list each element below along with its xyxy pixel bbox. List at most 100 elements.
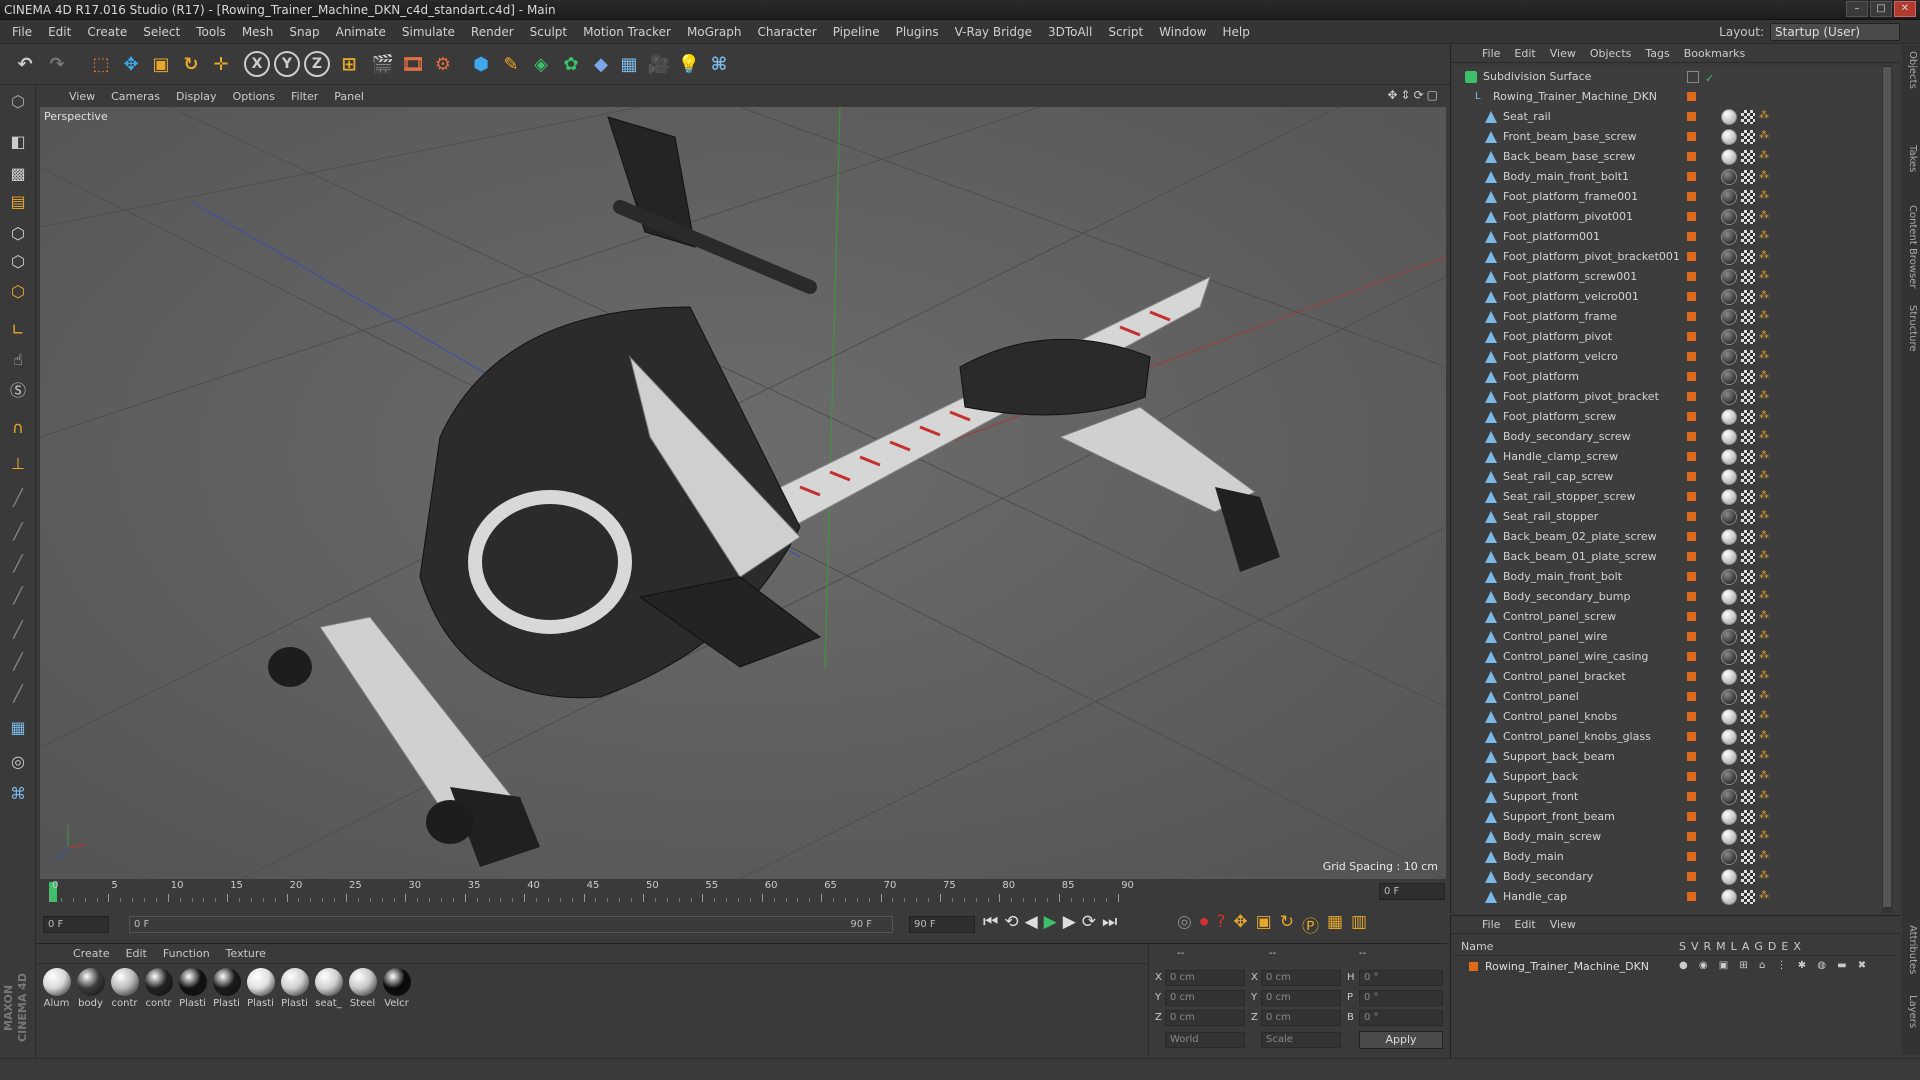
- uvw-tag-icon[interactable]: [1741, 330, 1755, 344]
- uvw-tag-icon[interactable]: [1741, 390, 1755, 404]
- size-z-field[interactable]: 0 cm: [1261, 1010, 1341, 1026]
- size-mode-dropdown[interactable]: Scale: [1261, 1032, 1341, 1048]
- phong-tag-icon[interactable]: ⁂: [1759, 589, 1769, 603]
- play-icon[interactable]: ▶: [1044, 912, 1057, 932]
- tree-row-object[interactable]: Foot_platform_pivot_bracket ⁂: [1455, 387, 1883, 407]
- pla-key-icon[interactable]: ▦: [1327, 912, 1343, 937]
- material-menu-edit[interactable]: Edit: [118, 947, 155, 960]
- tree-row-object[interactable]: Foot_platform_pivot ⁂: [1455, 327, 1883, 347]
- phong-tag-icon[interactable]: ⁂: [1759, 409, 1769, 423]
- next-keyframe-icon[interactable]: ⟳: [1082, 912, 1096, 932]
- phong-tag-icon[interactable]: ⁂: [1759, 749, 1769, 763]
- object-scrollbar[interactable]: [1882, 65, 1892, 913]
- material-swatch[interactable]: seat_: [313, 968, 344, 1009]
- move-icon[interactable]: ✥: [116, 49, 146, 79]
- uvw-tag-icon[interactable]: [1741, 110, 1755, 124]
- position-z-field[interactable]: 0 cm: [1165, 1010, 1245, 1026]
- visibility-dot[interactable]: [1687, 792, 1696, 801]
- phong-tag-icon[interactable]: ⁂: [1759, 129, 1769, 143]
- visibility-dot[interactable]: [1687, 692, 1696, 701]
- phong-tag-icon[interactable]: ⁂: [1759, 669, 1769, 683]
- viewport-menu-options[interactable]: Options: [225, 90, 283, 103]
- uvw-tag-icon[interactable]: [1741, 750, 1755, 764]
- tree-row-object[interactable]: Body_main_screw ⁂: [1455, 827, 1883, 847]
- tweak-mode-icon[interactable]: ☝: [3, 344, 33, 374]
- visibility-dot[interactable]: [1687, 432, 1696, 441]
- cloner-icon[interactable]: ✿: [556, 49, 586, 79]
- material-tag-icon[interactable]: [1721, 469, 1737, 485]
- object-menu-view[interactable]: View: [1543, 47, 1583, 60]
- current-frame-field[interactable]: 0 F: [1379, 883, 1445, 900]
- model-mode-icon[interactable]: ◧: [3, 126, 33, 156]
- uvw-tag-icon[interactable]: [1741, 170, 1755, 184]
- next-frame-icon[interactable]: ▶: [1063, 912, 1076, 932]
- material-tag-icon[interactable]: [1721, 709, 1737, 725]
- timeline-window-icon[interactable]: ▥: [1351, 912, 1367, 937]
- editor-toggle-icon[interactable]: [1687, 71, 1699, 83]
- uvw-tag-icon[interactable]: [1741, 850, 1755, 864]
- uvw-tag-icon[interactable]: [1741, 630, 1755, 644]
- viewport-menu-filter[interactable]: Filter: [283, 90, 326, 103]
- layer-menu-view[interactable]: View: [1543, 918, 1583, 931]
- visibility-dot[interactable]: [1687, 212, 1696, 221]
- uvw-tag-icon[interactable]: [1741, 250, 1755, 264]
- material-swatch[interactable]: contr: [143, 968, 174, 1009]
- material-menu-create[interactable]: Create: [65, 947, 118, 960]
- material-tag-icon[interactable]: [1721, 569, 1737, 585]
- paint-tool-icon[interactable]: ╱: [3, 516, 33, 546]
- visibility-dot[interactable]: [1687, 152, 1696, 161]
- range-slider[interactable]: 0 F 90 F: [129, 916, 893, 933]
- visibility-dot[interactable]: [1687, 92, 1696, 101]
- uvw-tag-icon[interactable]: [1741, 790, 1755, 804]
- menu-motion-tracker[interactable]: Motion Tracker: [575, 25, 679, 39]
- material-menu-function[interactable]: Function: [155, 947, 218, 960]
- tree-row-object[interactable]: Handle_cap ⁂: [1455, 887, 1883, 907]
- material-tag-icon[interactable]: [1721, 889, 1737, 905]
- visibility-dot[interactable]: [1687, 312, 1696, 321]
- phong-tag-icon[interactable]: ⁂: [1759, 889, 1769, 903]
- phong-tag-icon[interactable]: ⁂: [1759, 269, 1769, 283]
- phong-tag-icon[interactable]: ⁂: [1759, 169, 1769, 183]
- material-tag-icon[interactable]: [1721, 449, 1737, 465]
- phong-tag-icon[interactable]: ⁂: [1759, 449, 1769, 463]
- material-tag-icon[interactable]: [1721, 809, 1737, 825]
- uvw-tag-icon[interactable]: [1741, 350, 1755, 364]
- material-tag-icon[interactable]: [1721, 309, 1737, 325]
- uvw-tag-icon[interactable]: [1741, 230, 1755, 244]
- light-icon[interactable]: 💡: [674, 49, 704, 79]
- tree-row-object[interactable]: Support_back ⁂: [1455, 767, 1883, 787]
- material-tag-icon[interactable]: [1721, 729, 1737, 745]
- visibility-dot[interactable]: [1687, 852, 1696, 861]
- tree-row-object[interactable]: Body_main_front_bolt ⁂: [1455, 567, 1883, 587]
- phong-tag-icon[interactable]: ⁂: [1759, 389, 1769, 403]
- visibility-dot[interactable]: [1687, 352, 1696, 361]
- visibility-dot[interactable]: [1687, 292, 1696, 301]
- menu-create[interactable]: Create: [79, 25, 135, 39]
- apply-button[interactable]: Apply: [1359, 1031, 1443, 1049]
- uvw-tag-icon[interactable]: [1741, 570, 1755, 584]
- tree-row-object[interactable]: Front_beam_base_screw ⁂: [1455, 127, 1883, 147]
- visibility-dot[interactable]: [1687, 272, 1696, 281]
- phong-tag-icon[interactable]: ⁂: [1759, 609, 1769, 623]
- material-swatch[interactable]: Plasti: [245, 968, 276, 1009]
- material-tag-icon[interactable]: [1721, 289, 1737, 305]
- material-swatch[interactable]: Alum: [41, 968, 72, 1009]
- material-tag-icon[interactable]: [1721, 509, 1737, 525]
- workplane-icon[interactable]: ▤: [3, 186, 33, 216]
- visibility-dot[interactable]: [1687, 472, 1696, 481]
- uvw-tag-icon[interactable]: [1741, 590, 1755, 604]
- uvw-tag-icon[interactable]: [1741, 410, 1755, 424]
- end-frame-field[interactable]: 90 F: [909, 916, 975, 933]
- timeline-ruler[interactable]: 0 F 0 5 10 15 20 25 30 35 40 45 50 55 60 65 70 75 80 85 90: [37, 880, 1447, 904]
- tree-row-object[interactable]: Control_panel_screw ⁂: [1455, 607, 1883, 627]
- side-tab-attributes[interactable]: Attributes: [1904, 925, 1918, 974]
- uvw-tag-icon[interactable]: [1741, 810, 1755, 824]
- phong-tag-icon[interactable]: ⁂: [1759, 529, 1769, 543]
- visibility-dot[interactable]: [1687, 252, 1696, 261]
- object-menu-tags[interactable]: Tags: [1638, 47, 1676, 60]
- tree-row-object[interactable]: Handle_clamp_screw ⁂: [1455, 447, 1883, 467]
- undo-icon[interactable]: ↶: [10, 49, 40, 79]
- tree-row-object[interactable]: Seat_rail_stopper ⁂: [1455, 507, 1883, 527]
- visibility-dot[interactable]: [1687, 632, 1696, 641]
- minimize-button[interactable]: –: [1846, 1, 1868, 17]
